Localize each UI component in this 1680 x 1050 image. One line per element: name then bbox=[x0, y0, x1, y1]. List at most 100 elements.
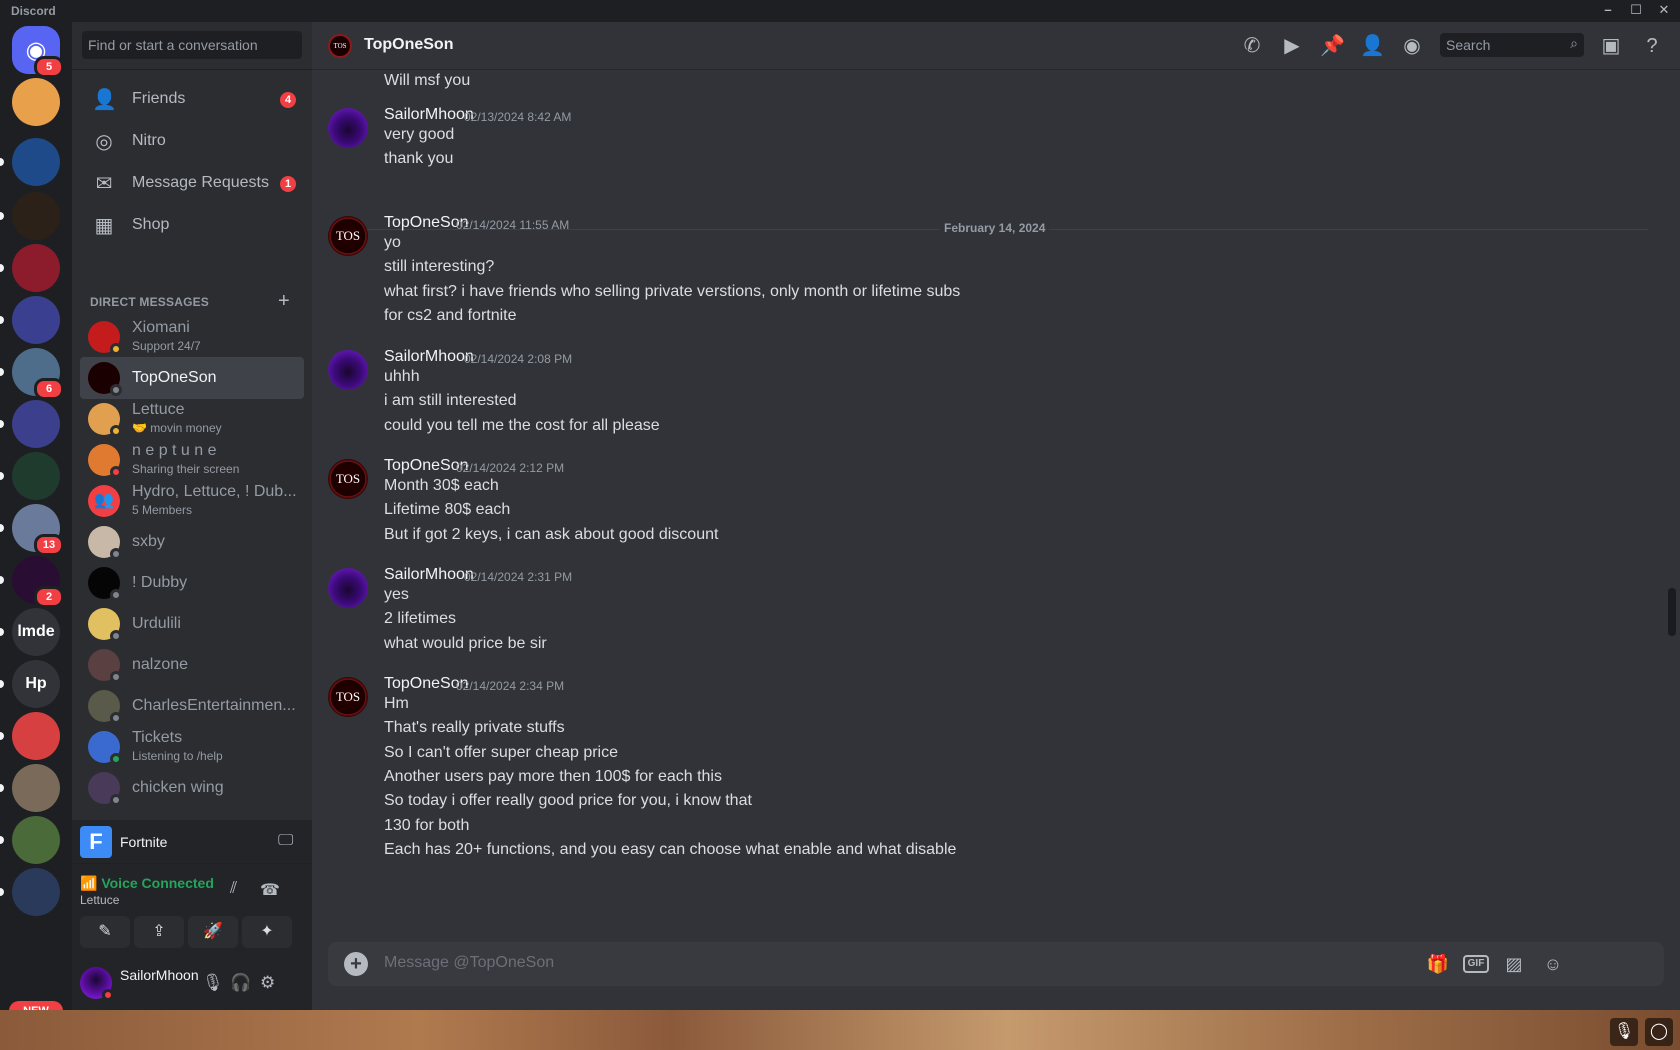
server-icon-server-game[interactable] bbox=[0, 764, 60, 812]
message-input[interactable]: Message @TopOneSon bbox=[384, 954, 554, 972]
message-line: yo bbox=[384, 234, 401, 251]
dm-item[interactable]: TopOneSon bbox=[80, 357, 304, 399]
author-avatar[interactable]: TOS bbox=[328, 459, 368, 499]
server-icon-server-panda[interactable]: 13 bbox=[0, 504, 64, 556]
minimize-icon[interactable]: – bbox=[1601, 3, 1615, 17]
author-name[interactable]: SailorMhoon bbox=[384, 566, 474, 584]
search-input[interactable]: Search ⌕ bbox=[1440, 33, 1584, 57]
server-icon-server-robot[interactable] bbox=[0, 868, 60, 916]
inbox-icon[interactable]: ▣ bbox=[1599, 34, 1623, 58]
recipient-name[interactable]: TopOneSon bbox=[364, 36, 453, 54]
status-indicator bbox=[110, 466, 122, 478]
dm-item[interactable]: Urdulili bbox=[80, 603, 304, 645]
author-avatar[interactable] bbox=[328, 350, 368, 390]
dm-name: ! Dubby bbox=[132, 574, 188, 591]
new-badge: NEW bbox=[9, 1001, 63, 1010]
message-composer[interactable]: + Message @TopOneSon 🎁 GIF ▨ ☺ bbox=[328, 942, 1664, 986]
nav-shop[interactable]: ▦ Shop bbox=[80, 204, 304, 246]
help-icon[interactable]: ? bbox=[1640, 34, 1664, 58]
nav-label: Shop bbox=[132, 216, 170, 233]
server-icon-server-target[interactable] bbox=[0, 138, 60, 186]
find-conversation-button[interactable]: Find or start a conversation bbox=[82, 31, 302, 59]
author-avatar[interactable] bbox=[328, 108, 368, 148]
author-avatar[interactable] bbox=[328, 568, 368, 608]
voice-call-icon[interactable]: ✆ bbox=[1240, 34, 1264, 58]
disconnect-icon[interactable]: ☎ bbox=[260, 880, 280, 900]
timestamp: 02/14/2024 11:55 AM bbox=[456, 218, 570, 232]
username[interactable]: SailorMhoon bbox=[120, 967, 199, 983]
server-icon-server-varks[interactable] bbox=[0, 452, 60, 500]
server-icon-server-gold-logo[interactable] bbox=[0, 192, 60, 240]
server-icon-server-ghost[interactable] bbox=[0, 816, 60, 864]
author-avatar[interactable]: TOS bbox=[328, 216, 368, 256]
dm-item[interactable]: n e p t u n e Sharing their screen bbox=[80, 439, 304, 481]
overlay-icon[interactable]: ◯ bbox=[1645, 1018, 1673, 1046]
dm-item[interactable]: chicken wing bbox=[80, 767, 304, 809]
add-friends-to-dm-icon[interactable]: 👤 bbox=[1360, 34, 1385, 58]
server-icon-server-ebg[interactable] bbox=[0, 296, 60, 344]
emoji-icon[interactable]: ☺ bbox=[1541, 952, 1565, 976]
unread-indicator bbox=[0, 158, 4, 166]
share-screen-button[interactable]: ⇪ bbox=[134, 916, 184, 948]
dm-item[interactable]: Lettuce 🤝 movin money bbox=[80, 398, 304, 440]
nav-nitro[interactable]: ◎ Nitro bbox=[80, 120, 304, 162]
nav-label: Nitro bbox=[132, 132, 166, 149]
maximize-icon[interactable]: ☐ bbox=[1629, 3, 1643, 17]
headphones-icon[interactable]: 🎧 bbox=[230, 973, 251, 993]
dm-name: Hydro, Lettuce, ! Dub... bbox=[132, 483, 297, 500]
screen-share-icon[interactable]: 🖵 bbox=[278, 832, 293, 850]
server-icon-server-anime[interactable] bbox=[0, 400, 60, 448]
create-dm-icon[interactable]: + bbox=[278, 290, 290, 313]
nav-friends[interactable]: 👤 Friends 4 bbox=[80, 78, 304, 120]
unread-indicator bbox=[0, 628, 4, 636]
noise-suppression-icon[interactable]: ⫽ bbox=[230, 880, 237, 898]
microphone-overlay-icon[interactable]: 🎙 bbox=[1610, 1018, 1638, 1046]
server-icon-server-academy[interactable]: 6 bbox=[0, 348, 64, 400]
server-icon-server-red-hammer[interactable] bbox=[0, 244, 60, 292]
server-icon-server-hp[interactable]: Hp bbox=[0, 660, 60, 708]
server-icon-server-zreal[interactable]: 2 bbox=[0, 556, 64, 608]
author-name[interactable]: SailorMhoon bbox=[384, 106, 474, 124]
server-icon-home[interactable]: ◉ 5 bbox=[12, 26, 64, 78]
timestamp: 02/14/2024 2:31 PM bbox=[464, 570, 573, 584]
dm-item[interactable]: Tickets Listening to /help bbox=[80, 726, 304, 768]
close-icon[interactable]: ✕ bbox=[1657, 3, 1671, 17]
sticker-icon[interactable]: ▨ bbox=[1502, 952, 1526, 976]
soundboard-button[interactable]: ✦ bbox=[242, 916, 292, 948]
dm-item[interactable]: 👥 Hydro, Lettuce, ! Dub... 5 Members bbox=[80, 480, 304, 522]
scrollbar-thumb[interactable] bbox=[1668, 588, 1676, 636]
message-line: what first? i have friends who selling p… bbox=[384, 282, 961, 300]
fortnite-icon: F bbox=[80, 826, 112, 858]
server-icon-server-srp[interactable] bbox=[0, 712, 60, 760]
message-line: 130 for both bbox=[384, 816, 470, 834]
user-profile-icon[interactable]: ◉ bbox=[1400, 34, 1424, 58]
background-game-strip: 🎙 ◯ bbox=[0, 1010, 1680, 1050]
gift-icon[interactable]: 🎁 bbox=[1426, 952, 1450, 976]
activities-button[interactable]: 🚀 bbox=[188, 916, 238, 948]
dm-item[interactable]: sxby bbox=[80, 521, 304, 563]
server-icon-server-cartoon[interactable] bbox=[12, 78, 60, 126]
unread-indicator bbox=[0, 888, 4, 896]
author-avatar[interactable]: TOS bbox=[328, 677, 368, 717]
add-attachment-icon[interactable]: + bbox=[344, 952, 368, 976]
unread-indicator bbox=[0, 212, 4, 220]
author-name[interactable]: SailorMhoon bbox=[384, 348, 474, 366]
camera-off-button[interactable]: ✎ bbox=[80, 916, 130, 948]
dm-item[interactable]: nalzone bbox=[80, 644, 304, 686]
server-icon-server-lmde[interactable]: lmde bbox=[0, 608, 60, 656]
dm-item[interactable]: ! Dubby bbox=[80, 562, 304, 604]
nav-message-requests[interactable]: ✉ Message Requests 1 bbox=[80, 162, 304, 204]
dm-item[interactable]: CharlesEntertainmen... bbox=[80, 685, 304, 727]
voice-status[interactable]: 📶 Voice Connected bbox=[80, 875, 214, 892]
server-avatar bbox=[12, 192, 60, 240]
group-dm-icon: 👥 bbox=[88, 485, 120, 517]
dm-item[interactable]: Xiomani Support 24/7 bbox=[80, 316, 304, 358]
microphone-icon[interactable]: 🎙 bbox=[202, 973, 224, 993]
message-line: So today i offer really good price for y… bbox=[384, 792, 752, 810]
video-call-icon[interactable]: ▶ bbox=[1280, 34, 1304, 58]
message-line: Hm bbox=[384, 695, 409, 712]
pinned-messages-icon[interactable]: 📌 bbox=[1320, 34, 1345, 58]
gif-button[interactable]: GIF bbox=[1463, 955, 1489, 973]
settings-gear-icon[interactable]: ⚙ bbox=[260, 973, 275, 993]
voice-channel[interactable]: Lettuce bbox=[80, 893, 119, 907]
